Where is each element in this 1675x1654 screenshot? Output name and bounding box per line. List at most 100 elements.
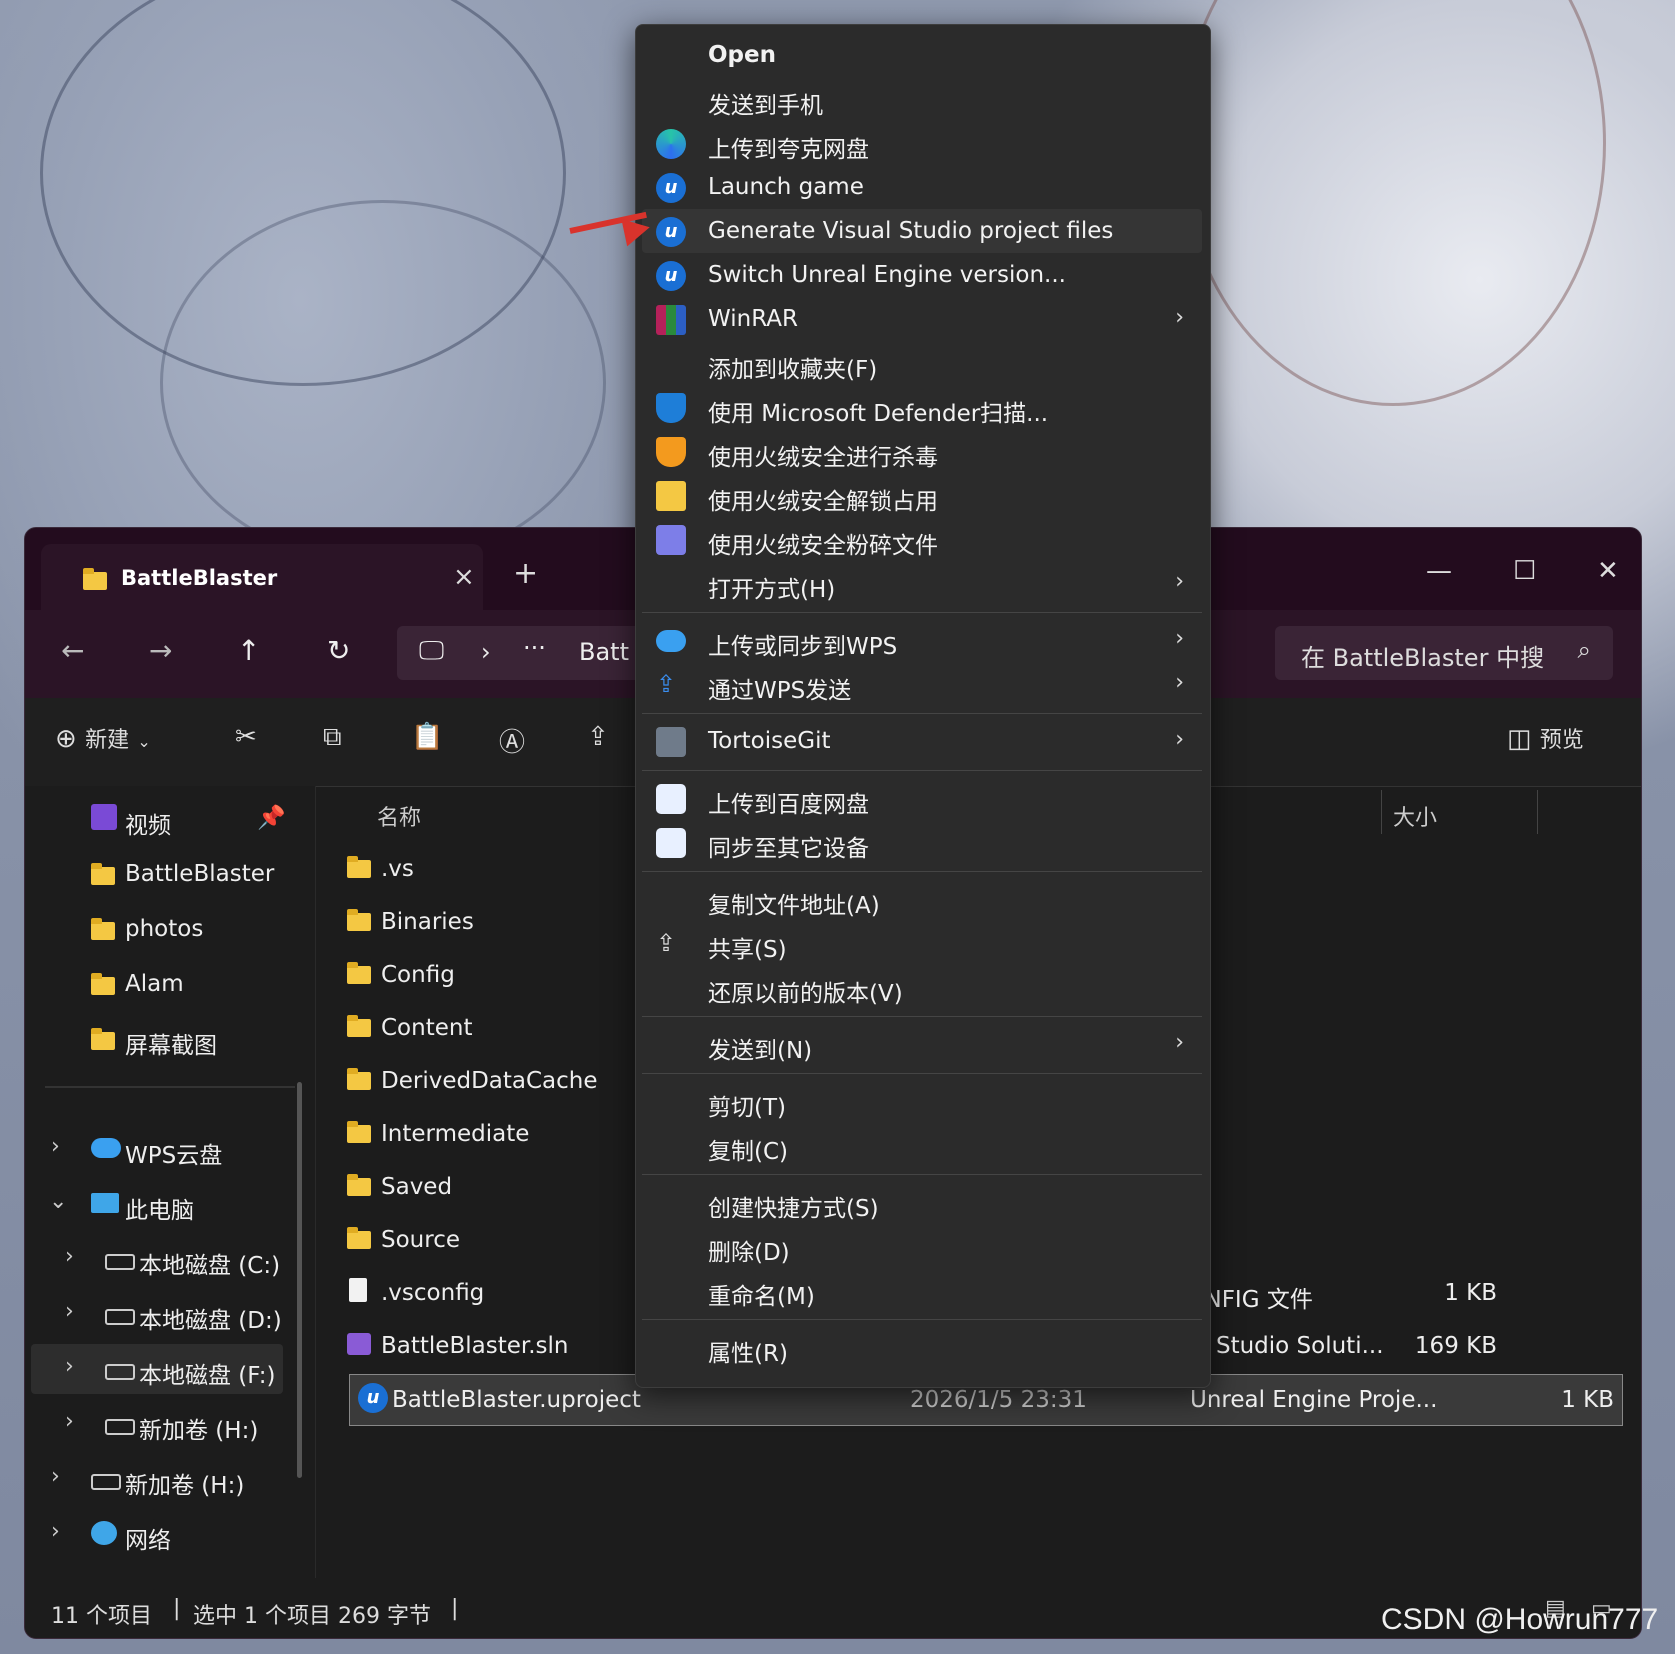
menu-item-label: 添加到收藏夹(F)	[708, 357, 878, 383]
menu-item-generate-vs-project[interactable]: u Generate Visual Studio project files	[642, 209, 1202, 253]
copy-icon[interactable]: ⧉	[323, 722, 342, 753]
menu-item-huorong-shred[interactable]: 使用火绒安全粉碎文件	[642, 517, 1202, 561]
sidebar-scrollbar[interactable]	[297, 1082, 302, 1478]
sidebar-item-label: BattleBlaster	[125, 861, 275, 887]
menu-item-cut[interactable]: 剪切(T)	[642, 1079, 1202, 1123]
menu-item-label: 上传或同步到WPS	[708, 634, 898, 660]
chevron-right-icon[interactable]: ›	[65, 1299, 74, 1324]
sidebar-item-network[interactable]: › 网络	[25, 1509, 315, 1559]
menu-separator	[642, 1319, 1202, 1320]
menu-item-create-shortcut[interactable]: 创建快捷方式(S)	[642, 1180, 1202, 1224]
wps-cloud-icon	[656, 630, 686, 652]
chevron-down-icon[interactable]: ⌄	[49, 1189, 67, 1214]
menu-item-tortoisegit[interactable]: TortoiseGit ›	[642, 719, 1202, 763]
menu-item-huorong-antivirus[interactable]: 使用火绒安全进行杀毒	[642, 429, 1202, 473]
menu-item-rename[interactable]: 重命名(M)	[642, 1268, 1202, 1312]
sidebar-item-wps-cloud[interactable]: › WPS云盘	[25, 1124, 315, 1174]
sidebar-item-photos[interactable]: photos	[25, 904, 315, 954]
file-date: 2026/1/5 23:31	[910, 1387, 1087, 1413]
search-icon[interactable]: ⌕	[1578, 636, 1591, 664]
ellipsis-icon[interactable]: ···	[523, 634, 546, 662]
menu-separator	[642, 713, 1202, 714]
menu-item-wps-sync[interactable]: 上传或同步到WPS ›	[642, 618, 1202, 662]
refresh-icon[interactable]: ↻	[327, 634, 350, 667]
menu-item-send-to[interactable]: 发送到(N) ›	[642, 1022, 1202, 1066]
chevron-right-icon[interactable]: ›	[51, 1464, 60, 1489]
sidebar-item-alam[interactable]: Alam	[25, 959, 315, 1009]
menu-item-switch-ue-version[interactable]: u Switch Unreal Engine version...	[642, 253, 1202, 297]
minimize-button[interactable]: —	[1426, 556, 1452, 586]
computer-icon	[91, 1193, 119, 1213]
chevron-right-icon[interactable]: ›	[51, 1519, 60, 1544]
menu-item-label: 同步至其它设备	[708, 836, 869, 862]
sidebar-item-label: 网络	[125, 1528, 171, 1554]
sidebar-item-drive-d[interactable]: › 本地磁盘 (D:)	[25, 1289, 315, 1339]
search-box[interactable]: 在 BattleBlaster 中搜 ⌕	[1275, 626, 1613, 680]
pin-icon[interactable]: 📌	[257, 804, 286, 831]
menu-item-sync-devices[interactable]: 同步至其它设备	[642, 820, 1202, 864]
menu-item-copy-path[interactable]: 复制文件地址(A)	[642, 877, 1202, 921]
sidebar-item-drive-h-2[interactable]: › 新加卷 (H:)	[25, 1454, 315, 1504]
address-bar[interactable]: 🖵 › ··· Batt	[397, 626, 647, 680]
sidebar-item-label: photos	[125, 916, 204, 942]
file-name: DerivedDataCache	[381, 1068, 598, 1094]
menu-item-delete[interactable]: 删除(D)	[642, 1224, 1202, 1268]
maximize-button[interactable]: ☐	[1513, 556, 1536, 586]
menu-item-baidu-upload[interactable]: 上传到百度网盘	[642, 776, 1202, 820]
menu-item-huorong-unlock[interactable]: 使用火绒安全解锁占用	[642, 473, 1202, 517]
back-arrow-icon[interactable]: ←	[61, 634, 84, 667]
chevron-right-icon[interactable]: ›	[51, 1134, 60, 1159]
column-divider[interactable]	[1381, 790, 1382, 834]
sidebar-item-screenshots[interactable]: 屏幕截图	[25, 1014, 315, 1064]
share-icon[interactable]: ⇪	[587, 722, 609, 752]
sidebar-item-label: 本地磁盘 (F:)	[139, 1363, 276, 1389]
menu-item-share[interactable]: ⇪ 共享(S)	[642, 921, 1202, 965]
menu-item-quark-upload[interactable]: 上传到夸克网盘	[642, 121, 1202, 165]
column-header-size[interactable]: 大小	[1393, 800, 1437, 832]
drive-icon	[105, 1419, 135, 1435]
menu-item-label: TortoiseGit	[708, 728, 831, 754]
menu-item-defender-scan[interactable]: 使用 Microsoft Defender扫描...	[642, 385, 1202, 429]
column-divider[interactable]	[1537, 790, 1538, 834]
sidebar-item-drive-h[interactable]: › 新加卷 (H:)	[25, 1399, 315, 1449]
menu-item-copy[interactable]: 复制(C)	[642, 1123, 1202, 1167]
chevron-right-icon[interactable]: ›	[65, 1244, 74, 1269]
menu-item-restore-versions[interactable]: 还原以前的版本(V)	[642, 965, 1202, 1009]
wallpaper-line	[1180, 0, 1606, 406]
menu-item-winrar[interactable]: WinRAR ›	[642, 297, 1202, 341]
sidebar-item-drive-f[interactable]: › 本地磁盘 (F:)	[31, 1344, 283, 1394]
column-header-name[interactable]: 名称	[377, 800, 421, 832]
menu-item-add-favorite[interactable]: 添加到收藏夹(F)	[642, 341, 1202, 385]
new-button[interactable]: ⊕ 新建 ⌄	[55, 722, 151, 754]
paste-icon[interactable]: 📋	[411, 722, 443, 752]
close-button[interactable]: ✕	[1597, 556, 1619, 586]
menu-item-open[interactable]: Open	[642, 33, 1202, 77]
chevron-right-icon[interactable]: ›	[65, 1354, 74, 1379]
forward-arrow-icon[interactable]: →	[149, 634, 172, 667]
new-tab-button[interactable]: +	[513, 556, 538, 591]
visual-studio-icon	[347, 1333, 371, 1355]
up-arrow-icon[interactable]: ↑	[237, 634, 260, 667]
menu-item-launch-game[interactable]: u Launch game	[642, 165, 1202, 209]
sidebar-item-battleblaster[interactable]: BattleBlaster	[25, 849, 315, 899]
sidebar-item-this-pc[interactable]: ⌄ 此电脑	[25, 1179, 315, 1229]
preview-button[interactable]: ◫ 预览	[1507, 722, 1584, 754]
selection-info: 选中 1 个项目 269 字节	[193, 1604, 431, 1629]
annotation-arrow-head	[621, 213, 653, 247]
item-count: 11 个项目	[51, 1604, 152, 1629]
sidebar-item-label: 本地磁盘 (C:)	[139, 1253, 281, 1279]
sidebar-item-videos[interactable]: 视频 📌	[25, 794, 315, 844]
tab-battleblaster[interactable]: BattleBlaster ×	[41, 544, 483, 610]
menu-item-open-with[interactable]: 打开方式(H) ›	[642, 561, 1202, 605]
tab-close-icon[interactable]: ×	[453, 562, 475, 592]
menu-item-label: 发送到(N)	[708, 1038, 813, 1064]
sidebar-item-drive-c[interactable]: › 本地磁盘 (C:)	[25, 1234, 315, 1284]
rename-icon[interactable]: Ⓐ	[499, 722, 525, 759]
menu-item-label: 创建快捷方式(S)	[708, 1196, 879, 1222]
menu-item-send-to-phone[interactable]: 发送到手机	[642, 77, 1202, 121]
file-name: Config	[381, 962, 455, 988]
cut-icon[interactable]: ✂	[235, 722, 257, 752]
menu-item-wps-send[interactable]: ⇪ 通过WPS发送 ›	[642, 662, 1202, 706]
menu-item-properties[interactable]: 属性(R)	[642, 1325, 1202, 1369]
chevron-right-icon[interactable]: ›	[65, 1409, 74, 1434]
